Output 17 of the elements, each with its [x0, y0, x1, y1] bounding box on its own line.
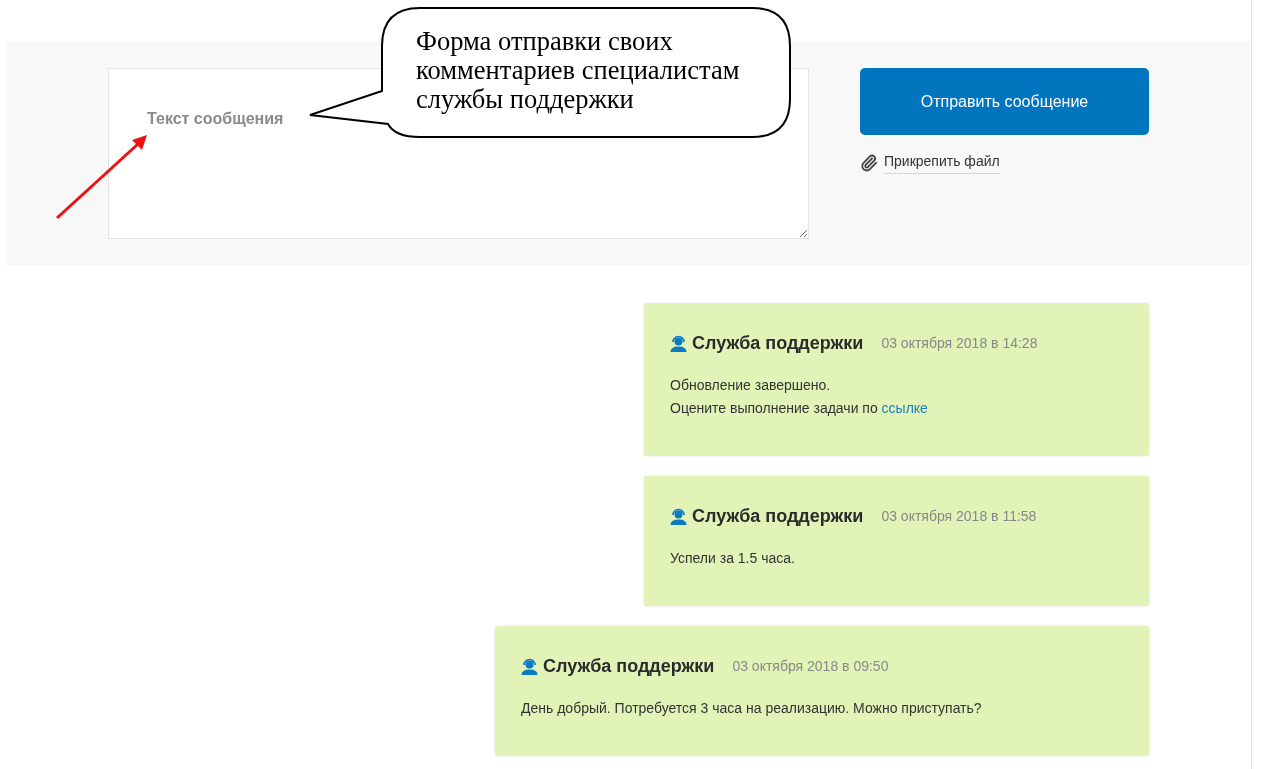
- support-agent-icon: [670, 507, 687, 525]
- support-agent-icon: [521, 657, 538, 675]
- message-text: Обновление завершено.: [670, 376, 832, 395]
- author-name: Служба поддержки: [543, 655, 715, 678]
- attach-file-link[interactable]: Прикрепить файл: [884, 151, 1000, 174]
- message-text: Успели за 1.5 часа.: [670, 549, 796, 568]
- paperclip-icon: [860, 153, 878, 172]
- author-name: Служба поддержки: [692, 505, 864, 528]
- author-name: Служба поддержки: [692, 332, 864, 355]
- message-text: День добрый. Потребуется 3 часа на реализацию. Можно приступать?: [521, 699, 983, 718]
- message-date: 03 октября 2018 в 11:58: [881, 507, 1037, 526]
- rating-link[interactable]: ссылке: [881, 400, 928, 416]
- send-message-button[interactable]: Отправить сообщение: [860, 68, 1149, 135]
- message-text: Оцените выполнение задачи по ссылке: [670, 399, 929, 418]
- message-date: 03 октября 2018 в 09:50: [732, 657, 889, 676]
- message-date: 03 октября 2018 в 14:28: [881, 334, 1038, 353]
- support-agent-icon: [670, 334, 687, 352]
